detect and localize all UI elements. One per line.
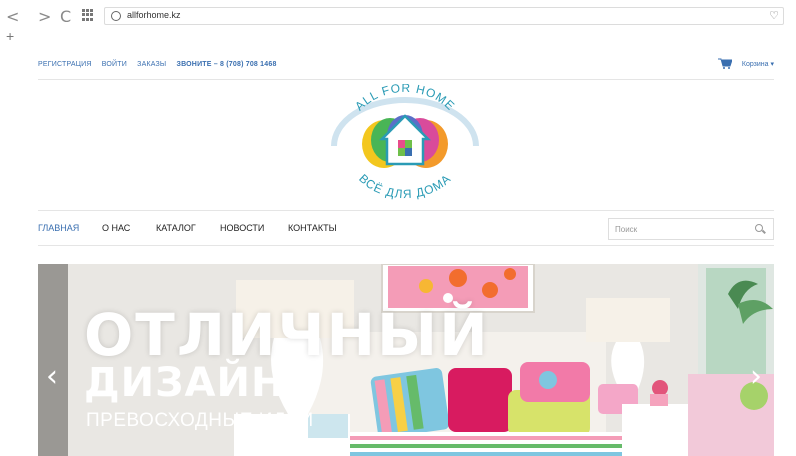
orders-link[interactable]: ЗАКАЗЫ: [137, 61, 166, 68]
globe-icon: [111, 11, 121, 21]
search-box: [608, 218, 774, 240]
nav-item-news[interactable]: НОВОСТИ: [220, 223, 264, 233]
nav-item-about[interactable]: О НАС: [102, 223, 130, 233]
register-link[interactable]: РЕГИСТРАЦИЯ: [38, 61, 92, 68]
cart[interactable]: Корзина ▾: [717, 58, 774, 69]
browser-toolbar: < > C allforhome.kz ♡ +: [0, 0, 796, 46]
svg-text:ВСЁ ДЛЯ ДОМА: ВСЁ ДЛЯ ДОМА: [356, 171, 454, 200]
site-logo[interactable]: ALL FOR HOME ВСЁ ДЛЯ ДОМА: [326, 84, 484, 200]
search-input[interactable]: [609, 219, 739, 240]
apps-grid-icon[interactable]: [82, 9, 94, 21]
hero-slider: ‹ › ОТЛИЧНЫЙ ДИЗАЙН ПРЕВОСХОДНЫЕ ИДЕИ: [38, 264, 774, 456]
address-bar[interactable]: allforhome.kz ♡: [104, 7, 784, 25]
hero-title-line1: ОТЛИЧНЫЙ: [84, 301, 490, 369]
top-links: РЕГИСТРАЦИЯ ВОЙТИ ЗАКАЗЫ ЗВОНИТЕ – 8 (70…: [38, 61, 285, 68]
url-text: allforhome.kz: [127, 10, 181, 20]
forward-icon[interactable]: >: [38, 8, 51, 26]
cart-icon: [717, 58, 732, 69]
nav-item-contacts[interactable]: КОНТАКТЫ: [288, 223, 337, 233]
slider-prev-arrow[interactable]: ‹: [46, 362, 58, 392]
hero-subtitle: ПРЕВОСХОДНЫЕ ИДЕИ: [86, 410, 314, 431]
main-navigation: ГЛАВНАЯ О НАС КАТАЛОГ НОВОСТИ КОНТАКТЫ: [38, 210, 774, 246]
site-topbar: РЕГИСТРАЦИЯ ВОЙТИ ЗАКАЗЫ ЗВОНИТЕ – 8 (70…: [38, 58, 774, 80]
slider-next-arrow[interactable]: ›: [750, 362, 762, 392]
phone-text: ЗВОНИТЕ – 8 (708) 708 1468: [176, 61, 277, 68]
back-icon[interactable]: <: [6, 8, 19, 26]
new-tab-button[interactable]: +: [6, 28, 14, 44]
login-link[interactable]: ВОЙТИ: [102, 61, 127, 68]
logo-bottom-text: ВСЁ ДЛЯ ДОМА: [356, 171, 453, 200]
reload-icon[interactable]: C: [60, 8, 71, 26]
bookmark-heart-icon[interactable]: ♡: [769, 9, 779, 22]
nav-item-home[interactable]: ГЛАВНАЯ: [38, 223, 79, 233]
cart-label[interactable]: Корзина ▾: [742, 60, 774, 68]
nav-item-catalog[interactable]: КАТАЛОГ: [156, 223, 196, 233]
search-icon[interactable]: [755, 224, 763, 232]
hero-title-line2: ДИЗАЙН: [84, 360, 286, 406]
